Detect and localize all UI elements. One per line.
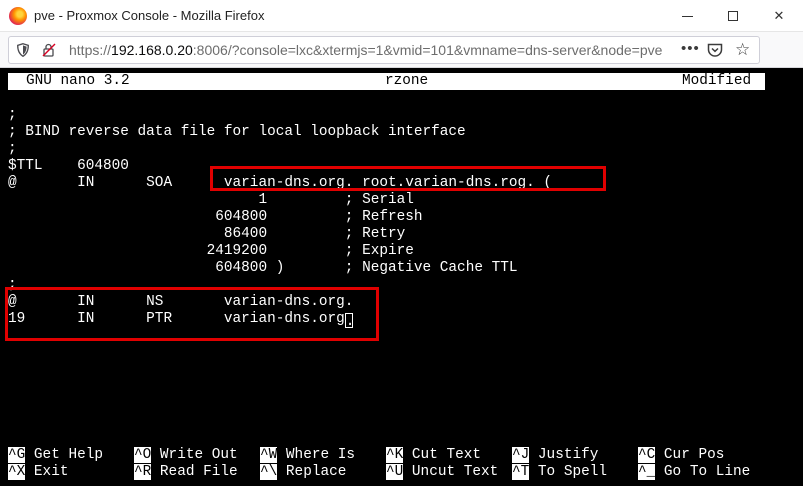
shortcut-cur-pos: ^C Cur Pos <box>638 447 725 463</box>
soa-highlight-box <box>210 166 606 191</box>
shortcut-to-spell: ^T To Spell <box>512 464 608 480</box>
file-line: 2419200 ; Expire <box>8 243 414 259</box>
navigation-toolbar: https://192.168.0.20:8006/?console=lxc&x… <box>0 32 803 88</box>
nano-title-bar: GNU nano 3.2 rzone Modified <box>8 73 765 90</box>
shortcut-go-to-line: ^_ Go To Line <box>638 464 751 480</box>
file-line: $TTL 604800 <box>8 158 129 174</box>
close-icon: ✕ <box>773 8 785 23</box>
shortcut-write-out: ^O Write Out <box>134 447 238 463</box>
file-line: ; <box>8 141 17 157</box>
file-line: ; <box>8 107 17 123</box>
bookmark-star-icon[interactable]: ☆ <box>735 40 750 60</box>
shortcut-cut-text: ^K Cut Text <box>386 447 482 463</box>
file-line: 604800 ; Refresh <box>8 209 423 225</box>
file-line: 604800 ) ; Negative Cache TTL <box>8 260 518 276</box>
shortcut-replace: ^\ Replace <box>260 464 347 480</box>
maximize-button[interactable] <box>710 0 756 32</box>
shortcut-justify: ^J Justify <box>512 447 599 463</box>
file-line: ; BIND reverse data file for local loopb… <box>8 124 466 140</box>
nano-filename: rzone <box>385 73 429 89</box>
close-button[interactable]: ✕ <box>756 0 802 32</box>
window-titlebar: pve - Proxmox Console - Mozilla Firefox … <box>0 0 803 32</box>
url-host: 192.168.0.20 <box>111 42 193 58</box>
pocket-icon[interactable] <box>707 43 723 58</box>
records-highlight-box <box>5 287 379 341</box>
shortcut-read-file: ^R Read File <box>134 464 238 480</box>
tracking-protection-shield-icon[interactable] <box>17 43 29 57</box>
terminal-console[interactable]: GNU nano 3.2 rzone Modified ; ; BIND rev… <box>0 68 803 486</box>
file-line: 86400 ; Retry <box>8 226 406 242</box>
shortcut-where-is: ^W Where Is <box>260 447 356 463</box>
nano-app-name: GNU nano 3.2 <box>26 73 130 89</box>
nano-modified-status: Modified <box>682 73 752 89</box>
shortcut-uncut-text: ^U Uncut Text <box>386 464 499 480</box>
maximize-icon <box>728 11 738 21</box>
terminal-scrollbar-area <box>774 68 803 486</box>
firefox-logo-icon <box>9 7 27 25</box>
shortcut-get-help: ^G Get Help <box>8 447 104 463</box>
minimize-icon <box>681 15 693 17</box>
address-bar[interactable]: https://192.168.0.20:8006/?console=lxc&x… <box>8 36 760 64</box>
file-line: 1 ; Serial <box>8 192 414 208</box>
insecure-lock-icon[interactable] <box>42 43 56 57</box>
url-path: :8006/?console=lxc&xtermjs=1&vmid=101&vm… <box>192 42 663 58</box>
minimize-button[interactable] <box>664 0 710 32</box>
page-actions-button[interactable]: ••• <box>681 40 700 57</box>
shortcut-exit: ^X Exit <box>8 464 69 480</box>
window-title: pve - Proxmox Console - Mozilla Firefox <box>34 8 265 23</box>
url-text[interactable]: https://192.168.0.20:8006/?console=lxc&x… <box>69 42 681 58</box>
url-scheme: https:// <box>69 42 112 58</box>
